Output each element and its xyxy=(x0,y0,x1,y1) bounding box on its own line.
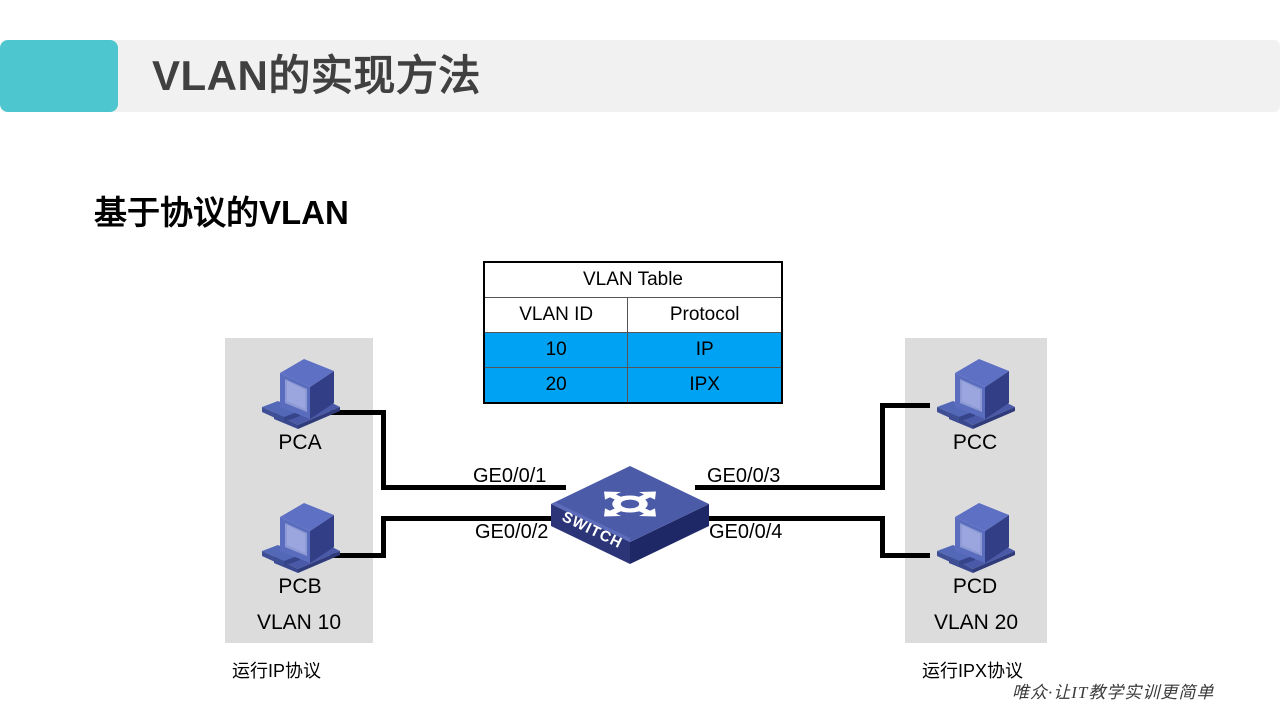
table-row-header: VLAN ID Protocol xyxy=(483,297,783,333)
link-pcc-segment xyxy=(880,403,885,490)
header-accent-block xyxy=(0,40,118,112)
cell-vlan-id: 10 xyxy=(483,332,629,368)
host-node-pcd: PCD xyxy=(920,501,1030,599)
vlan-group-right-label: VLAN 20 xyxy=(933,611,1019,634)
vlan-table-title: VLAN Table xyxy=(483,261,783,298)
link-pca-segment xyxy=(381,410,386,490)
host-label-pcb: PCB xyxy=(278,575,322,598)
page-title: VLAN的实现方法 xyxy=(152,52,481,99)
host-label-pcd: PCD xyxy=(952,575,998,598)
cell-protocol: IPX xyxy=(627,367,783,404)
cell-protocol: IP xyxy=(627,332,783,368)
desktop-computer-icon xyxy=(262,503,340,573)
desktop-computer-icon xyxy=(937,503,1015,573)
host-label-pcc: PCC xyxy=(952,431,998,454)
host-node-pcc: PCC xyxy=(920,357,1030,455)
host-label-pca: PCA xyxy=(278,431,322,454)
port-label-ge0-0-3: GE0/0/3 xyxy=(707,465,781,487)
cell-vlan-id: 20 xyxy=(483,367,629,404)
port-label-ge0-0-1: GE0/0/1 xyxy=(473,465,547,487)
link-pcd-segment xyxy=(880,516,885,558)
protocol-note-left: 运行IP协议 xyxy=(232,661,322,681)
network-switch-node: SWITCH xyxy=(547,452,713,566)
section-subtitle: 基于协议的VLAN xyxy=(94,194,349,231)
table-row: 20 IPX xyxy=(483,367,783,404)
table-row: 10 IP xyxy=(483,332,783,368)
port-label-ge0-0-4: GE0/0/4 xyxy=(709,521,783,543)
desktop-computer-icon xyxy=(937,359,1015,429)
table-row-title: VLAN Table xyxy=(483,261,783,298)
protocol-note-right: 运行IPX协议 xyxy=(922,661,1024,681)
vlan-group-left-label: VLAN 10 xyxy=(256,611,342,634)
vlan-table: VLAN Table VLAN ID Protocol 10 IP 20 IPX xyxy=(483,261,783,404)
desktop-computer-icon xyxy=(262,359,340,429)
host-node-pca: PCA xyxy=(245,357,355,455)
watermark: 唯众·让IT教学实训更简单 xyxy=(1012,683,1215,702)
host-node-pcb: PCB xyxy=(245,501,355,599)
network-switch-icon: SWITCH xyxy=(551,466,709,564)
link-pcb-segment xyxy=(381,516,386,558)
port-label-ge0-0-2: GE0/0/2 xyxy=(475,521,549,543)
column-header-protocol: Protocol xyxy=(627,297,783,333)
column-header-vlan-id: VLAN ID xyxy=(483,297,629,333)
